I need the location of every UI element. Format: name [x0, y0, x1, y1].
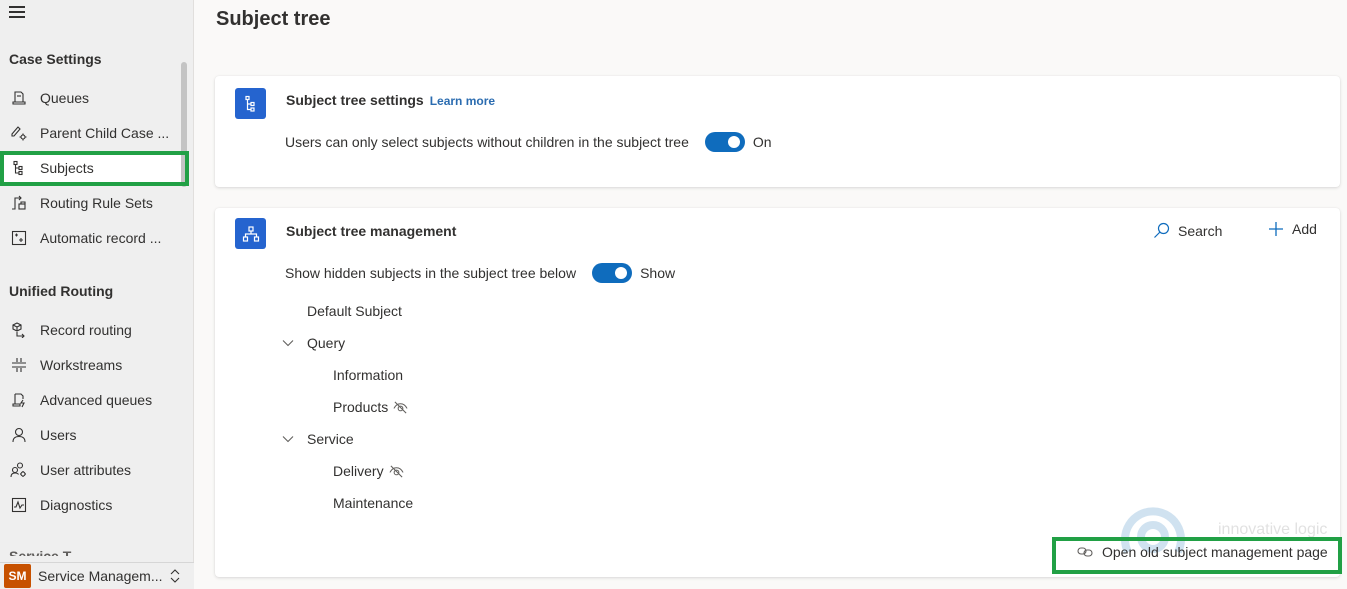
tree-item-service[interactable]: Service [282, 431, 354, 447]
tree-item-delivery[interactable]: Delivery [333, 463, 404, 479]
add-box-icon [10, 229, 28, 247]
queue-icon [10, 89, 28, 107]
search-icon [1154, 222, 1170, 238]
eye-off-icon [393, 401, 408, 413]
sidebar-item-queues[interactable]: Queues [0, 83, 186, 113]
workstreams-icon [10, 356, 28, 374]
chevron-down-icon[interactable] [282, 433, 294, 445]
sidebar-item-workstreams[interactable]: Workstreams [0, 350, 186, 380]
area-switcher[interactable]: SM Service Managem... [0, 562, 194, 589]
subject-tree-settings-card: Subject tree settings Learn more Users ca… [215, 76, 1340, 187]
search-button[interactable]: Search [1153, 222, 1222, 239]
sidebar-scrollbar[interactable] [181, 62, 187, 187]
sidebar-item-subjects[interactable]: Subjects [0, 153, 186, 183]
show-hidden-setting: Show hidden subjects in the subject tree… [285, 263, 675, 283]
chevron-down-icon[interactable] [282, 337, 294, 349]
parent-child-settings-icon [10, 124, 28, 142]
link-icon [1077, 547, 1093, 557]
sidebar-item-diagnostics[interactable]: Diagnostics [0, 490, 186, 520]
section-title-service-terms: Service T... [9, 548, 82, 556]
sidebar: Case Settings Queues Parent Child Case .… [0, 0, 194, 589]
add-button[interactable]: Add [1268, 221, 1317, 237]
tree-item-default-subject[interactable]: Default Subject [307, 303, 402, 319]
sidebar-item-users[interactable]: Users [0, 420, 186, 450]
subject-tree-icon [235, 88, 266, 119]
advanced-queues-icon [10, 391, 28, 409]
subject-tree-icon [10, 159, 28, 177]
record-routing-icon [10, 321, 28, 339]
hierarchy-icon [235, 218, 266, 249]
tree-item-products[interactable]: Products [333, 399, 408, 415]
hamburger-icon[interactable] [9, 6, 25, 18]
leaf-only-setting-label: Users can only select subjects without c… [285, 134, 689, 150]
sidebar-item-record-routing[interactable]: Record routing [0, 315, 186, 345]
sidebar-item-automatic-record[interactable]: Automatic record ... [0, 223, 186, 253]
show-hidden-toggle[interactable] [592, 263, 633, 283]
leaf-only-toggle-state: On [752, 134, 772, 150]
show-hidden-label: Show hidden subjects in the subject tree… [285, 265, 577, 281]
user-icon [10, 426, 28, 444]
learn-more-link[interactable]: Learn more [430, 94, 495, 108]
chevron-up-down-icon [170, 569, 179, 583]
sidebar-item-parent-child-case[interactable]: Parent Child Case ... [0, 118, 186, 148]
area-name: Service Managem... [38, 568, 163, 584]
page-title: Subject tree [216, 8, 331, 30]
routing-rule-icon [10, 194, 28, 212]
leaf-only-toggle[interactable] [704, 132, 745, 152]
sidebar-item-user-attributes[interactable]: User attributes [0, 455, 186, 485]
settings-card-title: Subject tree settings Learn more [286, 92, 496, 108]
sidebar-item-advanced-queues[interactable]: Advanced queues [0, 385, 186, 415]
user-attributes-icon [10, 461, 28, 479]
eye-off-icon [389, 465, 404, 477]
leaf-only-setting: Users can only select subjects without c… [285, 132, 772, 152]
management-card-title: Subject tree management [286, 223, 457, 239]
tree-item-maintenance[interactable]: Maintenance [333, 495, 413, 511]
section-title-case-settings: Case Settings [9, 51, 102, 67]
open-old-subject-page-link[interactable]: Open old subject management page [1077, 544, 1328, 560]
diagnostics-icon [10, 496, 28, 514]
subject-tree-management-card: Subject tree management Search Add Show … [215, 208, 1340, 577]
area-badge: SM [4, 564, 31, 588]
add-icon [1269, 222, 1283, 236]
tree-item-information[interactable]: Information [333, 367, 403, 383]
sidebar-item-routing-rule-sets[interactable]: Routing Rule Sets [0, 188, 186, 218]
show-hidden-toggle-state: Show [640, 265, 676, 281]
section-title-unified-routing: Unified Routing [9, 283, 114, 299]
tree-item-query[interactable]: Query [282, 335, 345, 351]
